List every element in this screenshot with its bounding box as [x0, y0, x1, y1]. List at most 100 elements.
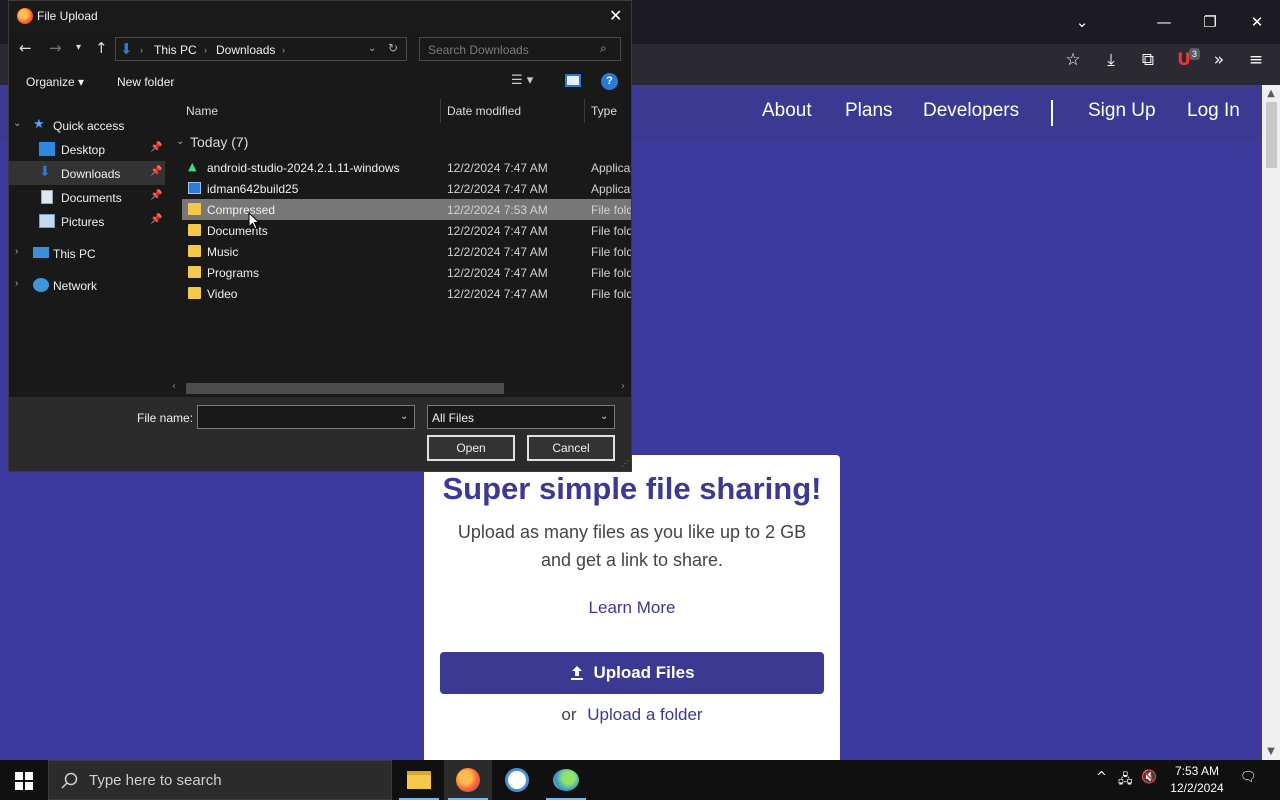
scroll-left-arrow-icon[interactable]: ‹: [172, 381, 176, 392]
breadcrumb-downloads[interactable]: Downloads: [216, 43, 275, 57]
nav-documents-label: Documents: [61, 191, 122, 205]
back-arrow-icon[interactable]: ←: [19, 39, 32, 57]
search-downloads-input[interactable]: Search Downloads ⌕: [419, 37, 621, 61]
nav-network-label: Network: [53, 279, 98, 293]
ublock-icon[interactable]: U 3: [1170, 48, 1200, 78]
horizontal-scrollbar-thumb[interactable]: [186, 383, 504, 394]
group-header-today[interactable]: Today (7): [190, 134, 248, 150]
dialog-titlebar[interactable]: File Upload ✕: [9, 1, 631, 33]
file-list-pane: Name Date modified Type ⌄ Today (7) ▲ an…: [166, 97, 631, 397]
file-row[interactable]: Music 12/2/2024 7:47 AM File fold: [182, 241, 631, 262]
breadcrumb-this-pc[interactable]: This PC: [154, 43, 197, 57]
collapse-chevron-icon[interactable]: ⌄: [13, 118, 21, 129]
taskbar-search-placeholder: Type here to search: [89, 772, 222, 789]
start-button[interactable]: [0, 760, 48, 800]
help-icon[interactable]: ?: [601, 73, 618, 90]
file-explorer-icon: [407, 771, 431, 789]
volume-muted-icon[interactable]: 🔇: [1141, 770, 1157, 785]
scroll-up-arrow-icon[interactable]: ▲: [1262, 86, 1280, 102]
column-header-name[interactable]: Name: [186, 104, 218, 118]
file-explorer-taskbar-button[interactable]: [395, 760, 443, 800]
horizontal-scrollbar[interactable]: ‹ ›: [166, 380, 631, 396]
nav-plans-link[interactable]: Plans: [845, 100, 893, 122]
column-header-date[interactable]: Date modified: [447, 104, 521, 118]
new-folder-button[interactable]: New folder: [117, 75, 174, 89]
dialog-footer: File name: ⌄ All Files ⌄ Open Cancel ⋰: [9, 397, 631, 471]
notifications-icon[interactable]: 🗨: [1240, 770, 1257, 785]
preview-pane-icon[interactable]: [565, 74, 581, 87]
tray-overflow-chevron-icon[interactable]: ^: [1096, 770, 1107, 785]
file-row[interactable]: Video 12/2/2024 7:47 AM File fold: [182, 283, 631, 304]
column-divider[interactable]: [584, 99, 585, 123]
idm-taskbar-button[interactable]: [542, 760, 590, 800]
column-divider[interactable]: [440, 99, 441, 123]
cancel-button[interactable]: Cancel: [527, 435, 615, 461]
learn-more-link[interactable]: Learn More: [424, 598, 840, 618]
taskbar-clock[interactable]: 7:53 AM 12/2/2024: [1160, 763, 1234, 797]
nav-pictures[interactable]: Pictures 📌: [9, 209, 165, 233]
scroll-down-arrow-icon[interactable]: ▼: [1262, 744, 1280, 760]
file-type-select[interactable]: All Files ⌄: [427, 405, 615, 429]
address-row: ← → ▾ ↑ ⬇ › This PC › Downloads › ⌄ ↻ Se…: [9, 35, 631, 63]
column-header-type[interactable]: Type: [591, 104, 617, 118]
dialog-close-icon[interactable]: ✕: [609, 6, 622, 25]
upload-folder-link[interactable]: Upload a folder: [587, 705, 702, 724]
taskbar-search-box[interactable]: Type here to search: [48, 760, 392, 800]
file-row[interactable]: idman642build25 12/2/2024 7:47 AM Applic…: [182, 178, 631, 199]
upload-folder-line: or Upload a folder: [424, 705, 840, 725]
scroll-right-arrow-icon[interactable]: ›: [621, 381, 625, 392]
extensions-icon[interactable]: ⧉: [1134, 50, 1162, 78]
nav-developers-link[interactable]: Developers: [923, 100, 1019, 122]
file-row[interactable]: Programs 12/2/2024 7:47 AM File fold: [182, 262, 631, 283]
minimize-button[interactable]: —: [1150, 8, 1178, 36]
nav-downloads[interactable]: ⬇ Downloads 📌: [9, 161, 165, 185]
nav-network[interactable]: › Network: [9, 273, 165, 297]
view-options-icon[interactable]: ☰ ▾: [511, 73, 533, 88]
nav-login-link[interactable]: Log In: [1187, 100, 1240, 122]
file-row[interactable]: ▲ android-studio-2024.2.1.11-windows 12/…: [182, 157, 631, 178]
nav-quick-access[interactable]: ⌄ ★ Quick access: [9, 113, 165, 137]
page-scrollbar-thumb[interactable]: [1266, 102, 1277, 168]
recent-locations-chevron-icon[interactable]: ▾: [76, 42, 81, 53]
page-scrollbar[interactable]: [1262, 85, 1280, 760]
pin-icon: 📌: [150, 190, 163, 201]
refresh-icon[interactable]: ↻: [388, 41, 398, 55]
android-studio-setup-taskbar-button[interactable]: [493, 760, 541, 800]
address-dropdown-chevron-icon[interactable]: ⌄: [368, 43, 376, 54]
address-bar[interactable]: ⬇ › This PC › Downloads › ⌄ ↻: [115, 37, 407, 61]
pin-icon: 📌: [150, 214, 163, 225]
upload-icon: [571, 666, 584, 680]
nav-desktop[interactable]: Desktop 📌: [9, 137, 165, 161]
documents-icon: [41, 190, 53, 204]
firefox-taskbar-button[interactable]: [444, 760, 492, 800]
tabs-list-button[interactable]: ⌄: [1068, 8, 1096, 36]
nav-documents[interactable]: Documents 📌: [9, 185, 165, 209]
file-date: 12/2/2024 7:47 AM: [447, 287, 548, 301]
file-name-input[interactable]: ⌄: [197, 405, 415, 429]
nav-signup-link[interactable]: Sign Up: [1088, 100, 1156, 122]
firefox-icon: [456, 768, 480, 792]
downloads-icon[interactable]: ⤓: [1097, 50, 1125, 78]
group-collapse-chevron-icon[interactable]: ⌄: [176, 136, 184, 147]
file-name-dropdown-icon[interactable]: ⌄: [400, 411, 408, 422]
organize-menu[interactable]: Organize ▾: [26, 75, 84, 89]
open-button[interactable]: Open: [427, 435, 515, 461]
forward-arrow-icon[interactable]: →: [49, 39, 62, 57]
nav-this-pc[interactable]: › This PC: [9, 241, 165, 265]
up-arrow-icon[interactable]: ↑: [95, 39, 108, 57]
network-status-icon[interactable]: 🖧: [1118, 770, 1133, 792]
file-type-value: All Files: [432, 411, 475, 425]
bookmark-star-icon[interactable]: ☆: [1059, 50, 1087, 78]
restore-button[interactable]: ❐: [1196, 8, 1224, 36]
file-date: 12/2/2024 7:47 AM: [447, 161, 548, 175]
overflow-chevron-icon[interactable]: »: [1205, 50, 1233, 78]
expand-chevron-icon[interactable]: ›: [15, 246, 18, 257]
upload-files-button[interactable]: Upload Files: [440, 652, 824, 694]
close-window-button[interactable]: ✕: [1243, 8, 1271, 36]
expand-chevron-icon[interactable]: ›: [15, 278, 18, 289]
hamburger-menu-icon[interactable]: ≡: [1242, 50, 1270, 78]
resize-grip-icon[interactable]: ⋰: [621, 459, 629, 468]
nav-about-link[interactable]: About: [762, 100, 812, 122]
firefox-icon: [17, 8, 33, 24]
idm-icon: [188, 182, 201, 194]
